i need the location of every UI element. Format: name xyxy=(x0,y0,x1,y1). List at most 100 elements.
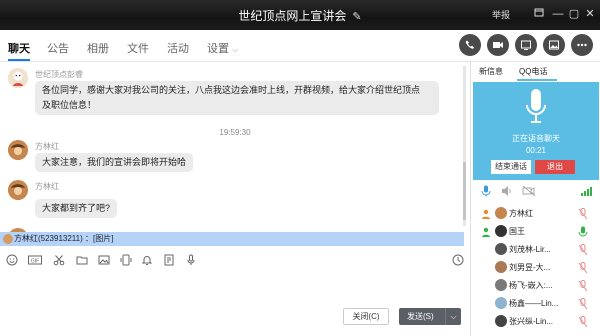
app-window: 世纪顶点网上宣讲会 ✎ 举报 — ▢ ✕ 聊天 公告 相册 文件 活动 设置 ⌵ xyxy=(0,0,600,336)
video-icon[interactable] xyxy=(487,34,509,56)
tab-files[interactable]: 文件 xyxy=(127,40,149,56)
message-timestamp: 19:59:30 xyxy=(219,128,251,137)
tab-chat[interactable]: 聊天 xyxy=(8,40,30,56)
voice-call-panel: 正在语音聊天 00:21 结束通话 退出 xyxy=(473,82,599,180)
phone-icon[interactable] xyxy=(459,34,481,56)
tab-bar: 聊天 公告 相册 文件 活动 设置 ⌵ xyxy=(0,30,600,62)
member-item[interactable]: 刘男昱-大... xyxy=(471,259,600,277)
message-bubble[interactable]: 大家都到齐了吧? xyxy=(35,199,118,218)
call-duration: 00:21 xyxy=(525,146,547,155)
close-icon[interactable]: ✕ xyxy=(582,6,598,22)
avatar xyxy=(3,234,13,244)
input-toolbar: GIF xyxy=(0,250,470,270)
scissors-icon[interactable] xyxy=(53,254,65,266)
share-screen-icon[interactable] xyxy=(515,34,537,56)
member-name: 杨鑫——Lin... xyxy=(509,299,559,308)
member-name: 刘男昱-大... xyxy=(509,263,551,272)
minimize-icon[interactable]: — xyxy=(550,6,566,22)
history-icon[interactable] xyxy=(452,254,464,266)
message-bubble[interactable]: 大家注意，我们的宣讲会即将开始哈 xyxy=(35,153,194,172)
member-name: 杨飞-嵌入:... xyxy=(509,281,553,290)
group-name: 世纪顶点网上宣讲会 xyxy=(238,9,347,23)
avatar[interactable] xyxy=(8,180,28,200)
person-icon xyxy=(481,209,491,219)
message-line: 及职位信息！ xyxy=(42,100,97,110)
tab-activity[interactable]: 活动 xyxy=(167,40,189,56)
title-bar: 世纪顶点网上宣讲会 ✎ 举报 — ▢ ✕ xyxy=(0,0,600,30)
tab-announcement[interactable]: 公告 xyxy=(47,40,69,56)
edit-icon[interactable]: ✎ xyxy=(352,10,361,23)
message-text: 大家注意，我们的宣讲会即将开始哈 xyxy=(42,157,187,167)
send-button-label: 发送(S) xyxy=(407,312,434,321)
message-text: 大家都到齐了吧? xyxy=(42,203,111,213)
member-item[interactable]: 国王 xyxy=(471,223,600,241)
tab-settings-label: 设置 xyxy=(207,43,229,55)
report-link[interactable]: 举报 xyxy=(492,8,510,21)
chat-messages[interactable]: 世纪顶点彭睿 各位同学，感谢大家对我公司的关注，八点我这边会准时上线，开群视频，… xyxy=(0,62,470,234)
avatar xyxy=(495,279,507,291)
message-sender: 方林红 xyxy=(35,182,59,191)
microphone-toggle-icon[interactable] xyxy=(481,185,491,200)
quoted-message-bar[interactable]: 方林红(523913211) ：[图片] xyxy=(0,232,464,246)
member-name: 方林红 xyxy=(509,209,533,218)
speaker-icon[interactable] xyxy=(501,185,513,200)
send-button[interactable]: 发送(S) ⌵ xyxy=(399,308,461,325)
chat-scrollbar[interactable] xyxy=(463,66,466,226)
call-status: 正在语音聊天 xyxy=(512,134,560,143)
avatar xyxy=(495,225,507,237)
shake-icon[interactable] xyxy=(120,254,132,266)
active-tab-indicator xyxy=(517,79,557,81)
avatar xyxy=(495,315,507,327)
skin-icon[interactable] xyxy=(531,6,547,22)
media-controls xyxy=(471,183,600,199)
tab-album[interactable]: 相册 xyxy=(87,40,109,56)
member-item[interactable]: 张兴纵-Lin... xyxy=(471,313,600,331)
microphone-icon xyxy=(525,88,547,131)
mic-muted-icon xyxy=(578,262,588,274)
member-item[interactable]: 杨鑫——Lin... xyxy=(471,295,600,313)
svg-text:GIF: GIF xyxy=(31,258,39,264)
gif-icon[interactable]: GIF xyxy=(28,254,42,266)
person-icon xyxy=(481,227,491,237)
avatar xyxy=(495,261,507,273)
message-input[interactable] xyxy=(0,270,470,304)
note-icon[interactable] xyxy=(163,254,175,266)
member-name: 张兴纵-Lin... xyxy=(509,317,554,326)
avatar xyxy=(495,243,507,255)
mic-muted-icon xyxy=(578,280,588,292)
active-tab-indicator xyxy=(8,59,30,61)
folder-icon[interactable] xyxy=(76,254,88,266)
maximize-icon[interactable]: ▢ xyxy=(566,6,582,22)
mic-muted-icon xyxy=(578,316,588,328)
mic-muted-icon xyxy=(578,244,588,256)
avatar[interactable] xyxy=(8,68,28,88)
exit-call-button[interactable]: 退出 xyxy=(535,160,575,174)
scrollbar-thumb[interactable] xyxy=(463,162,466,220)
bell-icon[interactable] xyxy=(141,254,153,266)
mic-icon[interactable] xyxy=(185,254,197,266)
chevron-down-icon[interactable]: ⌵ xyxy=(445,308,461,325)
mic-muted-icon xyxy=(578,298,588,310)
image-icon[interactable] xyxy=(98,254,110,266)
message-bubble[interactable]: 各位同学，感谢大家对我公司的关注，八点我这边会准时上线，开群视频，给大家介绍世纪… xyxy=(35,81,439,115)
close-button[interactable]: 关闭(C) xyxy=(343,308,389,325)
member-item[interactable]: 刘茂林-Lir... xyxy=(471,241,600,259)
camera-off-icon[interactable] xyxy=(522,185,536,200)
mic-muted-icon xyxy=(578,208,588,220)
mic-active-icon xyxy=(578,226,588,238)
member-name: 国王 xyxy=(509,227,525,236)
member-item[interactable]: 方林红 xyxy=(471,205,600,223)
right-panel: 新信息 QQ电话 正在语音聊天 00:21 结束通话 退出 方林红 国王 刘茂林… xyxy=(470,62,600,336)
tab-new-info[interactable]: 新信息 xyxy=(479,66,503,77)
member-name: 刘茂林-Lir... xyxy=(509,245,551,254)
message-sender: 世纪顶点彭睿 xyxy=(35,70,83,79)
end-call-button[interactable]: 结束通话 xyxy=(491,160,531,174)
avatar[interactable] xyxy=(8,140,28,160)
window-title: 世纪顶点网上宣讲会 ✎ xyxy=(0,7,600,24)
image-icon[interactable] xyxy=(543,34,565,56)
more-icon[interactable] xyxy=(571,34,593,56)
emoji-icon[interactable] xyxy=(6,254,18,266)
tab-settings[interactable]: 设置 ⌵ xyxy=(207,40,238,56)
member-item[interactable]: 杨飞-嵌入:... xyxy=(471,277,600,295)
tab-qq-call[interactable]: QQ电话 xyxy=(519,66,547,77)
